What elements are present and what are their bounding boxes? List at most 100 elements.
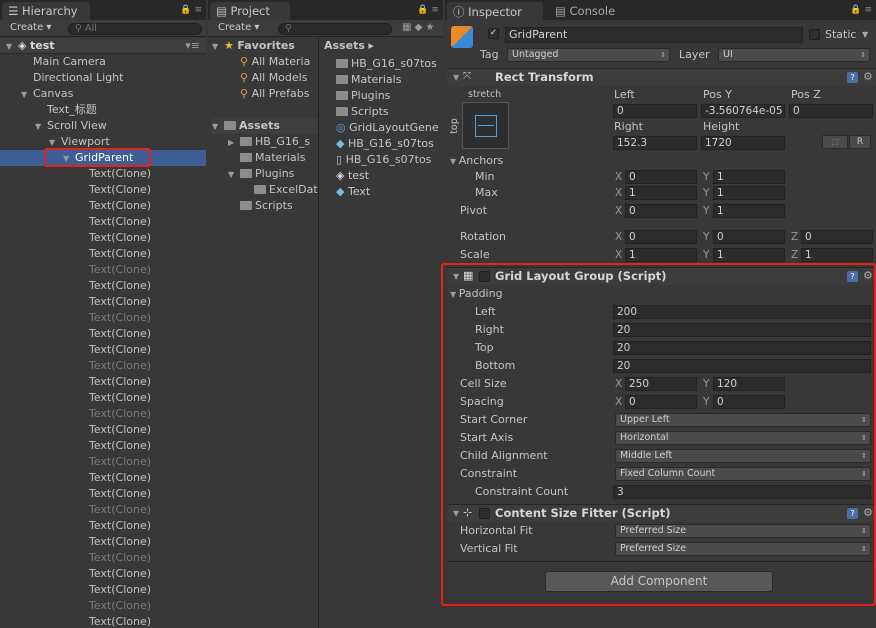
max-x-field[interactable]: 1 xyxy=(625,186,697,200)
list-item[interactable]: ⚲ All Prefabs xyxy=(240,86,310,102)
list-item[interactable]: Plugins xyxy=(336,88,390,104)
scale-z-field[interactable]: 1 xyxy=(801,248,873,262)
list-item[interactable]: Text(Clone) xyxy=(89,326,151,342)
list-item[interactable]: ExcelDat xyxy=(254,182,318,198)
list-item[interactable]: Text(Clone) xyxy=(89,422,151,438)
layer-dropdown[interactable]: UI ⇕ xyxy=(718,48,870,62)
list-item[interactable]: Text(Clone) xyxy=(89,486,151,502)
list-item[interactable]: ▯ HB_G16_s07tos xyxy=(336,152,431,168)
lock-icon[interactable]: 🔒 ≡ xyxy=(850,5,872,15)
tab-hierarchy[interactable]: ☰ Hierarchy xyxy=(2,2,90,20)
list-item[interactable]: Text(Clone) xyxy=(89,358,151,374)
gear-icon[interactable]: ⚙ xyxy=(863,70,873,83)
list-item[interactable]: Materials xyxy=(336,72,401,88)
filter-icons[interactable]: ▦ ◆ ★ xyxy=(402,22,434,33)
list-item[interactable]: Text(Clone) xyxy=(89,310,151,326)
left-field[interactable]: 0 xyxy=(613,104,697,118)
list-item[interactable]: Text(Clone) xyxy=(89,534,151,550)
static-checkbox[interactable] xyxy=(809,29,820,40)
tab-inspector[interactable]: ⓘ Inspector xyxy=(447,2,543,20)
folder-icon xyxy=(240,201,252,210)
rot-z-field[interactable]: 0 xyxy=(801,230,873,244)
active-checkbox[interactable]: ✓ xyxy=(488,28,499,39)
tag-dropdown[interactable]: Untagged ⇕ xyxy=(507,48,670,62)
pivot-y-field[interactable]: 1 xyxy=(713,204,785,218)
tab-project[interactable]: ▤ Project xyxy=(210,2,290,20)
axis-y-label: Y xyxy=(703,205,710,217)
rect-transform-header[interactable]: ▼ ⤧ Rect Transform ? ⚙ xyxy=(447,68,876,86)
favorites-header[interactable]: ▼ ★ Favorites xyxy=(212,38,295,54)
list-item[interactable]: Text(Clone) xyxy=(89,294,151,310)
lock-icon[interactable]: 🔒 ≡ xyxy=(417,5,439,15)
list-item[interactable]: Scripts xyxy=(336,104,389,120)
list-item[interactable]: Text(Clone) xyxy=(89,246,151,262)
min-y-field[interactable]: 1 xyxy=(713,170,785,184)
hierarchy-search-input[interactable]: ⚲ All xyxy=(68,23,202,35)
max-y-field[interactable]: 1 xyxy=(713,186,785,200)
help-icon[interactable]: ? xyxy=(847,72,858,83)
scene-row[interactable]: ▼ ◈ test ▾≡ xyxy=(0,38,206,54)
list-item[interactable]: Text(Clone) xyxy=(89,502,151,518)
list-item[interactable]: Text(Clone) xyxy=(89,582,151,598)
list-item[interactable]: ◎ GridLayoutGene xyxy=(336,120,439,136)
list-item[interactable]: Text(Clone) xyxy=(89,166,151,182)
list-item[interactable]: Text(Clone) xyxy=(89,550,151,566)
list-item[interactable]: Text(Clone) xyxy=(89,182,151,198)
list-item[interactable]: Text(Clone) xyxy=(89,438,151,454)
list-item[interactable]: Text(Clone) xyxy=(89,406,151,422)
posy-field[interactable]: -3.560764e-05 xyxy=(701,104,785,118)
scale-x-field[interactable]: 1 xyxy=(625,248,697,262)
anchors-label[interactable]: ▼ Anchors xyxy=(450,153,503,169)
list-item[interactable]: ◆ Text xyxy=(336,184,370,200)
list-item[interactable]: Text(Clone) xyxy=(89,214,151,230)
anchor-preset-button[interactable] xyxy=(462,102,509,149)
scale-y-field[interactable]: 1 xyxy=(713,248,785,262)
list-item[interactable]: Text(Clone) xyxy=(89,230,151,246)
right-field[interactable]: 152.3 xyxy=(613,136,697,150)
project-search-input[interactable]: ⚲ xyxy=(278,23,392,35)
list-item[interactable]: Text(Clone) xyxy=(89,470,151,486)
list-item[interactable]: HB_G16_s07tos xyxy=(336,56,437,72)
list-item[interactable]: Text(Clone) xyxy=(89,390,151,406)
rot-x-field[interactable]: 0 xyxy=(625,230,697,244)
height-field[interactable]: 1720 xyxy=(701,136,785,150)
list-item[interactable]: ▼ Scroll View xyxy=(35,118,107,134)
list-item[interactable]: ◆ HB_G16_s07tos xyxy=(336,136,434,152)
list-item[interactable]: Text(Clone) xyxy=(89,262,151,278)
list-item[interactable]: Text(Clone) xyxy=(89,342,151,358)
list-item[interactable]: ⚲ All Materia xyxy=(240,54,310,70)
static-dropdown-icon[interactable]: ▼ xyxy=(862,30,868,39)
tab-console[interactable]: ▤ Console xyxy=(549,2,639,20)
create-button[interactable]: Create ▾ xyxy=(6,22,55,35)
list-item[interactable]: ▶ HB_G16_s xyxy=(228,134,310,150)
list-item[interactable]: Directional Light xyxy=(33,70,123,86)
list-item[interactable]: Materials xyxy=(240,150,305,166)
list-item[interactable]: Text(Clone) xyxy=(89,598,151,614)
list-item[interactable]: Text(Clone) xyxy=(89,278,151,294)
pivot-x-field[interactable]: 0 xyxy=(625,204,697,218)
list-item[interactable]: Text(Clone) xyxy=(89,566,151,582)
list-item[interactable]: Text(Clone) xyxy=(89,198,151,214)
blueprint-button[interactable]: ⬚ xyxy=(822,135,848,149)
list-item[interactable]: ▼ Canvas xyxy=(21,86,73,102)
list-item[interactable]: Text(Clone) xyxy=(89,374,151,390)
breadcrumb[interactable]: Assets ▸ xyxy=(324,38,374,54)
list-item[interactable]: ▼ Plugins xyxy=(228,166,294,182)
list-item[interactable]: Text(Clone) xyxy=(89,454,151,470)
raw-edit-button[interactable]: R xyxy=(849,135,871,149)
posz-field[interactable]: 0 xyxy=(789,104,873,118)
list-item[interactable]: Main Camera xyxy=(33,54,106,70)
list-item[interactable]: Text_标题 xyxy=(47,102,97,118)
list-item[interactable]: ⚲ All Models xyxy=(240,70,307,86)
assets-header[interactable]: ▼ Assets xyxy=(212,118,318,134)
list-item[interactable]: Scripts xyxy=(240,198,293,214)
list-item[interactable]: ◈ test xyxy=(336,168,369,184)
min-x-field[interactable]: 0 xyxy=(625,170,697,184)
create-button[interactable]: Create ▾ xyxy=(214,22,263,35)
lock-icon[interactable]: 🔒 ≡ xyxy=(180,5,202,15)
menu-icon[interactable]: ▾≡ xyxy=(185,38,200,54)
list-item[interactable]: Text(Clone) xyxy=(89,518,151,534)
rot-y-field[interactable]: 0 xyxy=(713,230,785,244)
object-name-field[interactable]: GridParent xyxy=(505,27,803,43)
list-item[interactable]: Text(Clone) xyxy=(89,614,151,628)
